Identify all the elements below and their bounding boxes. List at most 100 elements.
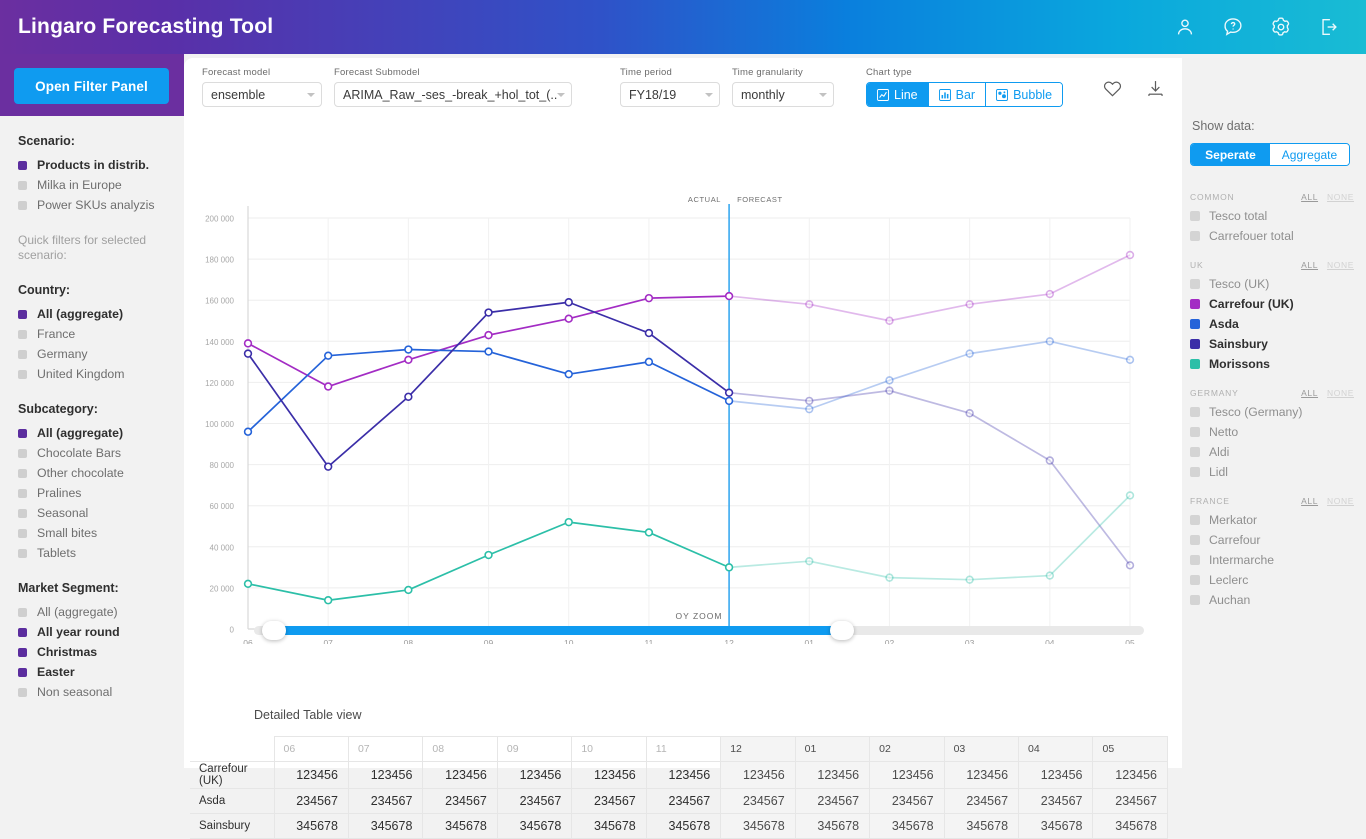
chart-data-point[interactable] [1125, 355, 1135, 364]
sidebar-item-segment-all[interactable]: All (aggregate) [18, 602, 184, 622]
select-all-link[interactable]: ALL [1301, 496, 1318, 506]
sidebar-item-milka-in-europe[interactable]: Milka in Europe [18, 175, 184, 195]
series-item-netto[interactable]: Netto [1190, 422, 1360, 442]
sidebar-item-country-france[interactable]: France [18, 324, 184, 344]
sidebar-item-segment-christmas[interactable]: Christmas [18, 642, 184, 662]
user-icon[interactable] [1174, 16, 1196, 38]
checkbox-icon[interactable] [18, 488, 27, 498]
chart-data-point[interactable] [564, 517, 573, 527]
chart-data-point[interactable] [644, 293, 654, 303]
sidebar-item-power-skus-analyzis[interactable]: Power SKUs analyzis [18, 195, 184, 215]
series-item-asda[interactable]: Asda [1190, 314, 1360, 334]
series-item-merkator[interactable]: Merkator [1190, 510, 1360, 530]
chart-data-point[interactable] [724, 291, 734, 301]
series-item-tesco-uk[interactable]: Tesco (UK) [1190, 274, 1360, 294]
chart-data-point[interactable] [564, 314, 573, 323]
sidebar-item-segment-all-year-round[interactable]: All year round [18, 622, 184, 642]
select-none-link[interactable]: NONE [1327, 192, 1354, 202]
help-icon[interactable] [1222, 16, 1244, 38]
chart-data-point[interactable] [243, 339, 253, 348]
chart-data-point[interactable] [885, 316, 894, 325]
series-color-swatch[interactable] [1190, 299, 1200, 309]
chart-data-point[interactable] [564, 298, 573, 307]
chart-data-point[interactable] [805, 556, 814, 566]
heart-icon[interactable] [1102, 78, 1123, 99]
sidebar-item-products-in-distrib[interactable]: Products in distrib. [18, 155, 184, 175]
chart-data-point[interactable] [965, 575, 974, 584]
chart-data-point[interactable] [724, 396, 734, 406]
open-filter-panel-button[interactable]: Open Filter Panel [14, 68, 169, 104]
chart-data-point[interactable] [885, 376, 894, 385]
time-granularity-select[interactable]: monthly [732, 82, 834, 107]
chart-data-point[interactable] [243, 349, 253, 358]
sidebar-item-subcat-chocolate-bars[interactable]: Chocolate Bars [18, 443, 184, 463]
series-item-morissons[interactable]: Morissons [1190, 354, 1360, 374]
series-item-aldi[interactable]: Aldi [1190, 442, 1360, 462]
series-color-swatch[interactable] [1190, 595, 1200, 605]
chart-data-point[interactable] [965, 300, 974, 309]
series-color-swatch[interactable] [1190, 407, 1200, 417]
checkbox-icon[interactable] [18, 528, 27, 538]
chart-type-bar-button[interactable]: Bar [928, 83, 987, 106]
chart-series-carrefour-uk[interactable] [243, 250, 1135, 391]
series-item-lidl[interactable]: Lidl [1190, 462, 1360, 482]
chart-data-point[interactable] [1045, 571, 1055, 580]
sidebar-item-country-all[interactable]: All (aggregate) [18, 304, 184, 324]
chart-data-point[interactable] [323, 382, 333, 391]
sidebar-item-subcat-all[interactable]: All (aggregate) [18, 423, 184, 443]
checkbox-icon[interactable] [18, 687, 27, 697]
series-item-tesco-total[interactable]: Tesco total [1190, 206, 1360, 226]
checkbox-icon[interactable] [18, 667, 27, 677]
chart-data-point[interactable] [484, 347, 493, 356]
series-item-auchan[interactable]: Auchan [1190, 590, 1360, 610]
series-item-leclerc[interactable]: Leclerc [1190, 570, 1360, 590]
checkbox-icon[interactable] [18, 180, 27, 190]
slider-handle-right[interactable] [830, 621, 854, 640]
sidebar-item-subcat-seasonal[interactable]: Seasonal [18, 503, 184, 523]
checkbox-icon[interactable] [18, 448, 27, 458]
checkbox-icon[interactable] [18, 369, 27, 379]
chart-data-point[interactable] [724, 388, 734, 397]
sidebar-item-subcat-small-bites[interactable]: Small bites [18, 523, 184, 543]
chart-data-point[interactable] [1045, 289, 1055, 299]
chart-canvas[interactable]: 0 20 000 40 000 60 000 80 000 100 000 120 000 1… [184, 116, 1182, 644]
series-color-swatch[interactable] [1190, 535, 1200, 545]
chart-data-point[interactable] [805, 396, 814, 406]
logout-icon[interactable] [1318, 16, 1340, 38]
select-none-link[interactable]: NONE [1327, 388, 1354, 398]
series-color-swatch[interactable] [1190, 427, 1200, 437]
series-color-swatch[interactable] [1190, 447, 1200, 457]
gear-icon[interactable] [1270, 16, 1292, 38]
chart-data-point[interactable] [644, 528, 654, 537]
chart-data-point[interactable] [484, 550, 493, 560]
chart-data-point[interactable] [484, 330, 493, 340]
sidebar-item-subcat-other-chocolate[interactable]: Other chocolate [18, 463, 184, 483]
select-all-link[interactable]: ALL [1301, 388, 1318, 398]
select-none-link[interactable]: NONE [1327, 496, 1354, 506]
chart-data-point[interactable] [965, 409, 974, 418]
chart-data-point[interactable] [805, 404, 814, 414]
checkbox-icon[interactable] [18, 200, 27, 210]
chart-data-point[interactable] [484, 308, 493, 317]
chart-type-line-button[interactable]: Line [867, 83, 929, 106]
sidebar-item-subcat-pralines[interactable]: Pralines [18, 483, 184, 503]
series-color-swatch[interactable] [1190, 555, 1200, 565]
chart-data-point[interactable] [323, 351, 333, 360]
slider-handle-left[interactable] [262, 621, 286, 640]
checkbox-icon[interactable] [18, 508, 27, 518]
chart-data-point[interactable] [805, 300, 814, 309]
show-data-seperate-button[interactable]: Seperate [1191, 144, 1270, 165]
chart-data-point[interactable] [885, 573, 894, 582]
chart-series-morissons[interactable] [243, 491, 1135, 605]
checkbox-icon[interactable] [18, 349, 27, 359]
sidebar-item-country-germany[interactable]: Germany [18, 344, 184, 364]
checkbox-icon[interactable] [18, 647, 27, 657]
checkbox-icon[interactable] [18, 329, 27, 339]
series-color-swatch[interactable] [1190, 515, 1200, 525]
series-color-swatch[interactable] [1190, 339, 1200, 349]
chart-data-point[interactable] [323, 462, 333, 471]
checkbox-icon[interactable] [18, 309, 27, 319]
sidebar-item-segment-easter[interactable]: Easter [18, 662, 184, 682]
checkbox-icon[interactable] [18, 548, 27, 558]
chart-data-point[interactable] [404, 345, 413, 354]
